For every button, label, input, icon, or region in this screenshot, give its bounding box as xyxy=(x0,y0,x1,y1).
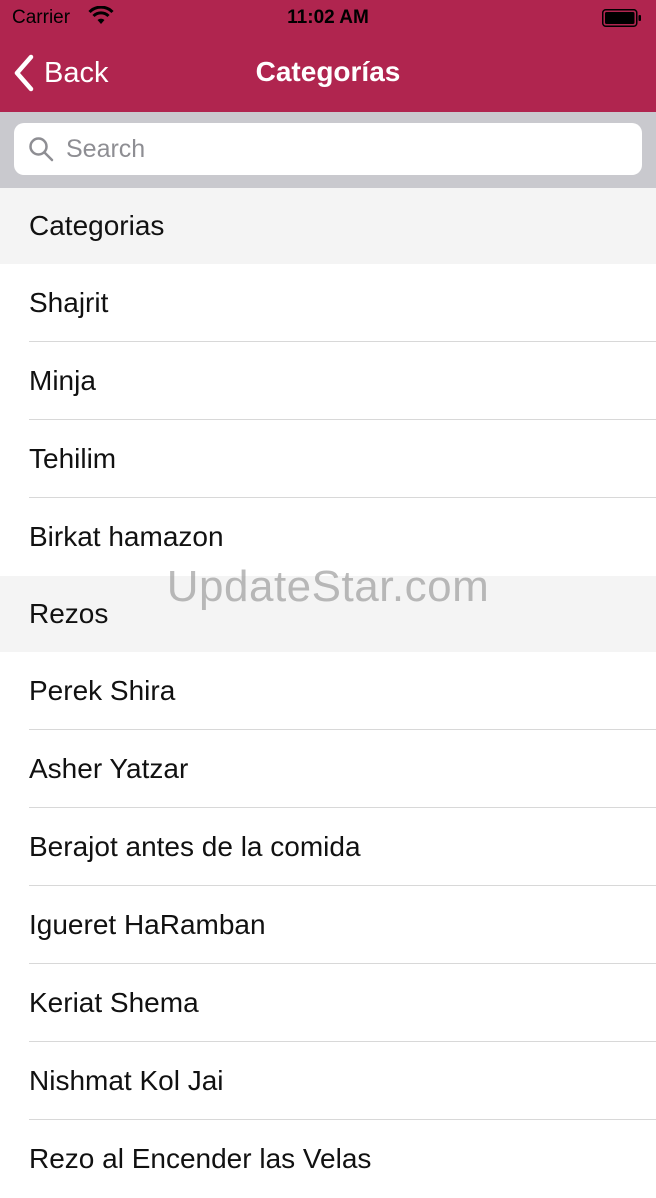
search-icon xyxy=(29,137,54,162)
list-item[interactable]: Birkat hamazon xyxy=(0,498,656,576)
list-item[interactable]: Keriat Shema xyxy=(0,964,656,1042)
list-item[interactable]: Perek Shira xyxy=(0,652,656,730)
page-title: Categorías xyxy=(255,56,401,87)
list-item[interactable]: Minja xyxy=(0,342,656,420)
section-header-categorias: Categorias xyxy=(0,188,656,264)
search-input[interactable] xyxy=(66,134,606,164)
list-item[interactable]: Rezo al Encender las Velas xyxy=(0,1120,656,1198)
battery-icon xyxy=(602,9,641,27)
list-item[interactable]: Shajrit xyxy=(0,264,656,342)
navigation-bar: Back Categorías xyxy=(0,36,656,112)
list-item[interactable]: Nishmat Kol Jai xyxy=(0,1042,656,1120)
status-time: 11:02 AM xyxy=(287,7,369,28)
list-item[interactable]: Igueret HaRamban xyxy=(0,886,656,964)
search-bar xyxy=(0,112,656,188)
section-header-rezos: Rezos xyxy=(0,576,656,652)
category-list: Categorias Shajrit Minja Tehilim Birkat … xyxy=(0,188,656,1198)
list-item[interactable]: Berajot antes de la comida xyxy=(0,808,656,886)
list-item[interactable]: Tehilim xyxy=(0,420,656,498)
list-item[interactable]: Asher Yatzar xyxy=(0,730,656,808)
status-bar: Carrier 11:02 AM xyxy=(0,0,656,36)
search-field[interactable] xyxy=(14,123,642,175)
